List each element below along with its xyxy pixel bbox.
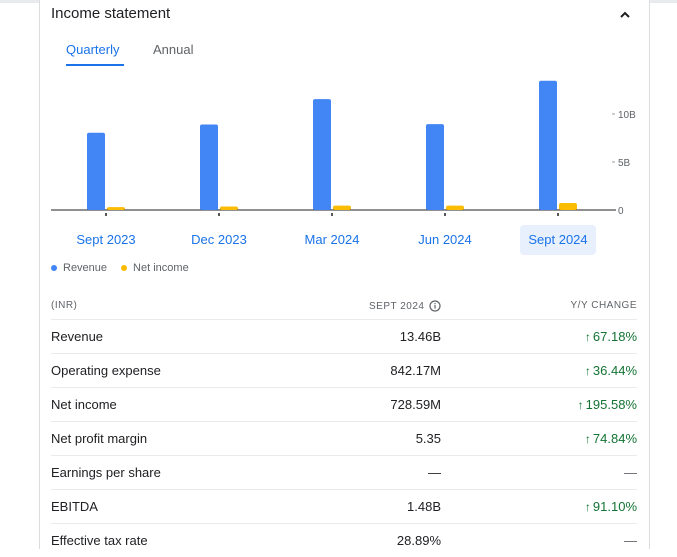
row-change-value: — — [624, 533, 637, 548]
row-label: Net profit margin — [51, 431, 148, 446]
row-change-value: 36.44% — [592, 363, 637, 378]
row-change-value: 195.58% — [585, 397, 637, 412]
arrow-up-icon: ↑ — [584, 499, 591, 514]
table-row: EBITDA 1.48B ↑ 91.10% — [51, 489, 637, 523]
row-change: ↑ 67.18% — [585, 329, 637, 344]
row-value: 842.17M — [390, 363, 441, 378]
row-change: ↑ 36.44% — [585, 363, 637, 378]
x-axis-label[interactable]: Dec 2023 — [181, 225, 257, 255]
bar-revenue[interactable] — [313, 99, 331, 210]
tab-quarterly[interactable]: Quarterly — [66, 42, 124, 66]
legend-label-revenue: Revenue — [63, 262, 108, 274]
row-value: 728.59M — [390, 397, 441, 412]
legend-label-net-income: Net income — [133, 262, 189, 274]
row-value: 1.48B — [407, 499, 441, 514]
row-label: EBITDA — [51, 499, 98, 514]
legend-swatch-net-income — [121, 265, 128, 271]
table-row: Earnings per share — — — [51, 455, 637, 489]
x-axis-label[interactable]: Jun 2024 — [407, 225, 483, 255]
table-header: (INR) SEPT 2024 Y/Y CHANGE — [51, 296, 637, 318]
legend-item-net-income: Net income — [121, 262, 189, 274]
arrow-up-icon: ↑ — [584, 431, 591, 446]
arrow-up-icon: ↑ — [577, 397, 584, 412]
chevron-up-icon — [620, 11, 630, 18]
bar-revenue[interactable] — [426, 124, 444, 210]
section-title: Income statement — [51, 5, 171, 22]
row-value: 13.46B — [399, 329, 441, 344]
row-label: Earnings per share — [51, 465, 161, 480]
financials-table: Revenue 13.46B ↑ 67.18% Operating expense 842… — [51, 319, 637, 557]
table-row: Effective tax rate 28.89% — — [51, 523, 637, 557]
row-label: Revenue — [51, 329, 104, 344]
row-value: — — [428, 465, 441, 480]
period-header-label: SEPT 2024 — [369, 300, 425, 312]
chart-x-axis-labels: Sept 2023 Dec 2023 Mar 2024 Jun 2024 Sept 20… — [40, 225, 649, 255]
table-row: Net income 728.59M ↑ 195.58% — [51, 387, 637, 421]
income-statement-card: Income statement Quarterly Annual 0 5B 10B… — [39, 0, 650, 549]
row-value: 5.35 — [415, 431, 441, 446]
row-label: Net income — [51, 397, 117, 412]
period-header: SEPT 2024 — [369, 300, 442, 312]
table-row: Revenue 13.46B ↑ 67.18% — [51, 319, 637, 353]
chart-legend: Revenue Net income — [51, 262, 203, 274]
arrow-up-icon: ↑ — [584, 329, 591, 344]
bar-net-income[interactable] — [333, 205, 351, 210]
row-change: — — [624, 533, 637, 548]
arrow-up-icon: ↑ — [584, 363, 591, 378]
y-tick-label: 0 — [618, 206, 624, 217]
row-value: 28.89% — [396, 533, 441, 548]
x-axis-label[interactable]: Sept 2024 — [520, 225, 596, 255]
row-change-value: 67.18% — [592, 329, 637, 344]
info-icon[interactable] — [429, 300, 442, 312]
x-axis-label[interactable]: Mar 2024 — [294, 225, 370, 255]
row-change: ↑ 91.10% — [585, 499, 637, 514]
row-change: — — [624, 465, 637, 480]
bar-revenue[interactable] — [87, 132, 105, 210]
row-change: ↑ 195.58% — [578, 397, 637, 412]
bar-net-income[interactable] — [559, 202, 577, 210]
currency-header: (INR) — [51, 300, 78, 311]
y-tick-label: 5B — [618, 158, 631, 169]
income-chart: 0 5B 10B — [51, 80, 636, 217]
bar-revenue[interactable] — [539, 80, 557, 210]
active-tab-indicator — [66, 64, 124, 66]
table-row: Net profit margin 5.35 ↑ 74.84% — [51, 421, 637, 455]
table-row: Operating expense 842.17M ↑ 36.44% — [51, 353, 637, 387]
bar-net-income[interactable] — [446, 205, 464, 210]
row-change-value: 91.10% — [592, 499, 637, 514]
legend-swatch-revenue — [51, 265, 57, 271]
x-axis-label[interactable]: Sept 2023 — [68, 225, 144, 255]
row-label: Effective tax rate — [51, 533, 148, 548]
change-header: Y/Y CHANGE — [570, 300, 637, 311]
row-label: Operating expense — [51, 363, 161, 378]
y-tick-label: 10B — [618, 110, 636, 121]
tab-annual-label: Annual — [153, 42, 194, 57]
collapse-button[interactable] — [613, 3, 637, 27]
bar-net-income[interactable] — [107, 207, 125, 210]
row-change: ↑ 74.84% — [585, 431, 637, 446]
bar-net-income[interactable] — [220, 206, 238, 210]
tab-quarterly-label: Quarterly — [66, 42, 120, 57]
bar-revenue[interactable] — [200, 124, 218, 210]
legend-item-revenue: Revenue — [51, 262, 107, 274]
row-change-value: — — [624, 465, 637, 480]
tab-annual[interactable]: Annual — [153, 42, 193, 57]
row-change-value: 74.84% — [592, 431, 637, 446]
